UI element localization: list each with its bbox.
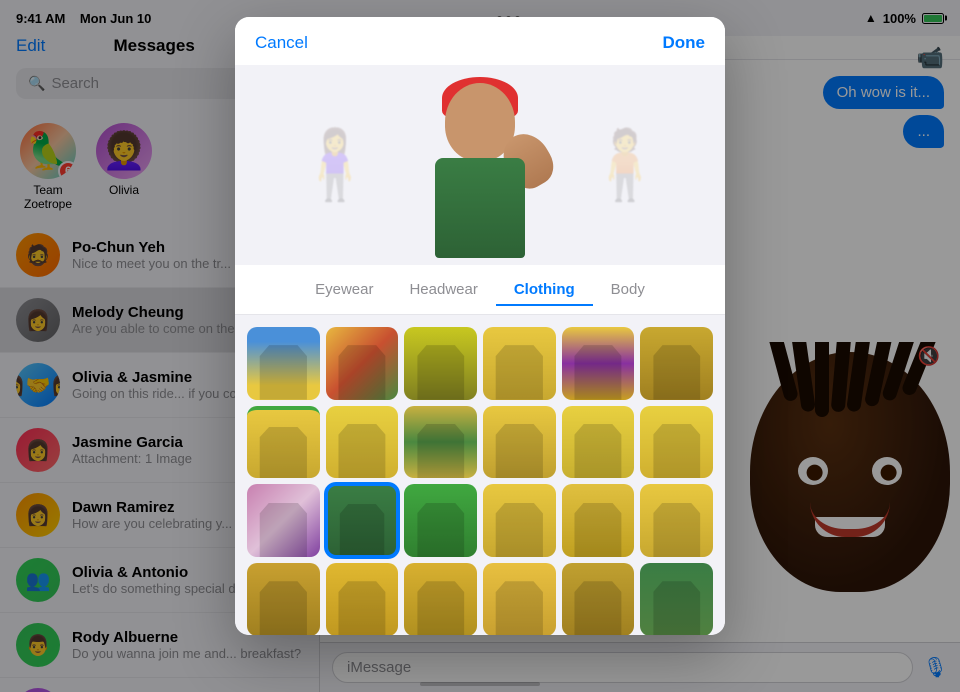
tab-headwear[interactable]: Headwear: [391, 275, 495, 306]
tab-body[interactable]: Body: [593, 275, 663, 306]
ipad-screen: 9:41 AM Mon Jun 10 ▲ 100% Edit Messages: [0, 0, 960, 692]
memoji-editor-modal: Cancel Done 🧍‍♀️: [235, 17, 725, 635]
clothing-item-8[interactable]: [326, 406, 399, 479]
shirt-silhouette-18: [653, 503, 700, 557]
clothing-item-2[interactable]: [326, 327, 399, 400]
clothing-item-21[interactable]: [404, 563, 477, 635]
shirt-silhouette-6: [653, 345, 700, 399]
clothing-item-9[interactable]: [404, 406, 477, 479]
clothing-item-18[interactable]: [640, 484, 713, 557]
shirt-silhouette-15: [417, 503, 464, 557]
shirt-silhouette-24: [653, 581, 700, 635]
modal-overlay: Cancel Done 🧍‍♀️: [0, 0, 960, 692]
shirt-silhouette-19: [260, 581, 307, 635]
clothing-item-6[interactable]: [640, 327, 713, 400]
clothing-item-3[interactable]: [404, 327, 477, 400]
clothing-item-16[interactable]: [483, 484, 556, 557]
clothing-item-17[interactable]: [562, 484, 635, 557]
shirt-silhouette-13: [260, 503, 307, 557]
clothing-item-1[interactable]: [247, 327, 320, 400]
cancel-button[interactable]: Cancel: [255, 33, 308, 53]
home-indicator: [420, 682, 540, 686]
shirt-silhouette-1: [260, 345, 307, 399]
shirt-silhouette-11: [574, 424, 621, 479]
tab-eyewear[interactable]: Eyewear: [297, 275, 391, 306]
clothing-item-24[interactable]: [640, 563, 713, 635]
memoji-figure: [410, 73, 550, 258]
shirt-silhouette-23: [574, 581, 621, 635]
memoji-left-emoji: 🧍‍♀️: [293, 125, 378, 205]
memoji-center: [405, 70, 555, 260]
shirt-silhouette-4: [496, 345, 543, 400]
clothing-item-11[interactable]: [562, 406, 635, 479]
tab-clothing[interactable]: Clothing: [496, 275, 593, 306]
shirt-silhouette-12: [653, 424, 700, 478]
clothing-item-14[interactable]: [326, 484, 399, 557]
shirt-silhouette-5: [574, 345, 621, 400]
clothing-item-13[interactable]: [247, 484, 320, 557]
modal-header: Cancel Done: [235, 17, 725, 65]
memoji-body-main: [435, 158, 525, 258]
shirt-silhouette-10: [496, 424, 543, 479]
tab-body-label: Body: [611, 281, 645, 298]
memoji-side-right: 🧍: [583, 97, 668, 233]
clothing-item-12[interactable]: [640, 406, 713, 479]
clothing-item-7[interactable]: [247, 406, 320, 479]
memoji-side-left: 🧍‍♀️: [293, 97, 378, 233]
modal-tabs: Eyewear Headwear Clothing Body: [235, 265, 725, 315]
clothing-item-10[interactable]: [483, 406, 556, 479]
clothing-item-5[interactable]: [562, 327, 635, 400]
shirt-silhouette-9: [417, 424, 464, 478]
shirt-silhouette-3: [417, 345, 464, 399]
shirt-silhouette-14: [340, 504, 385, 556]
shirt-silhouette-20: [338, 581, 385, 635]
tab-headwear-label: Headwear: [409, 281, 477, 298]
shirt-silhouette-17: [574, 503, 621, 558]
clothing-grid: [235, 315, 725, 635]
clothing-item-20[interactable]: [326, 563, 399, 635]
shirt-silhouette-7: [260, 427, 307, 478]
memoji-right-emoji: 🧍: [583, 125, 668, 205]
clothing-item-22[interactable]: [483, 563, 556, 635]
clothing-item-23[interactable]: [562, 563, 635, 635]
clothing-item-15[interactable]: [404, 484, 477, 557]
shirt-silhouette-22: [496, 581, 543, 635]
shirt-silhouette-16: [496, 503, 543, 558]
done-button[interactable]: Done: [663, 33, 706, 53]
shirt-silhouette-8: [338, 424, 385, 479]
shirt-silhouette-21: [417, 581, 464, 635]
tab-eyewear-label: Eyewear: [315, 281, 373, 298]
shirt-silhouette-2: [338, 345, 385, 400]
clothing-item-19[interactable]: [247, 563, 320, 635]
tab-clothing-label: Clothing: [514, 281, 575, 298]
memoji-preview-area: 🧍‍♀️ 🧍: [235, 65, 725, 265]
clothing-item-4[interactable]: [483, 327, 556, 400]
